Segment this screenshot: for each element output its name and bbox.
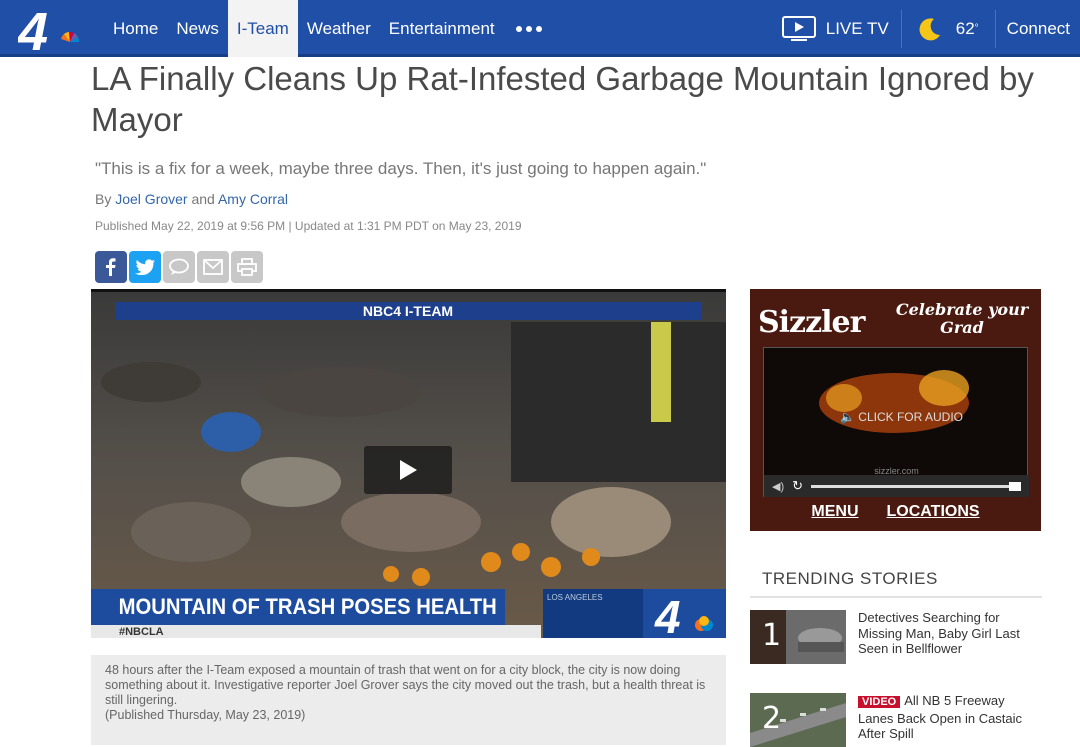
top-nav: 4 Home News I-Team Weather Entertainment… (0, 0, 1080, 62)
trending-rank-1: 1 (762, 618, 782, 653)
play-icon (400, 460, 417, 480)
article-headline: LA Finally Cleans Up Rat-Infested Garbag… (91, 60, 1034, 138)
tv-play-icon (781, 15, 816, 41)
trending-headline-1[interactable]: Detectives Searching for Missing Man, Ba… (846, 610, 1042, 664)
ad-controls: ◀) ↻ (764, 475, 1029, 497)
trending-headline-1-text: Detectives Searching for Missing Man, Ba… (858, 610, 1020, 656)
nav-i-team[interactable]: I-Team (227, 0, 298, 57)
video-caption: 48 hours after the I-Team exposed a moun… (91, 655, 726, 745)
more-menu-icon[interactable] (504, 0, 554, 57)
byline-and: and (191, 191, 215, 207)
ad-tagline: Celebrate your Grad (895, 300, 1029, 337)
play-button[interactable] (364, 446, 452, 494)
ad-locations-link[interactable]: LOCATIONS (887, 503, 980, 521)
email-share-button[interactable] (197, 251, 229, 283)
video-lower-third: MOUNTAIN OF TRASH POSES HEALTH HAZARD #N… (91, 589, 726, 638)
video-player[interactable]: NBC4 I-TEAM MOUNTAIN OF TRASH POSES HEAL… (91, 289, 726, 638)
publish-date: Published May 22, 2019 at 9:56 PM | Upda… (95, 219, 522, 233)
speaker-icon: 🔈 (840, 410, 855, 424)
author-link-1[interactable]: Joel Grover (115, 191, 187, 207)
byline-prefix: By (95, 191, 112, 207)
click-for-audio[interactable]: 🔈 CLICK FOR AUDIO (840, 410, 963, 424)
sizzler-advertisement[interactable]: Sizzler Celebrate your Grad 🔈 CLICK FOR … (750, 289, 1041, 531)
moon-icon (919, 17, 940, 40)
caption-date: (Published Thursday, May 23, 2019) (105, 708, 306, 722)
email-icon (203, 259, 223, 275)
share-bar (95, 251, 263, 283)
facebook-icon (106, 258, 116, 276)
degree-symbol: ° (974, 23, 979, 34)
print-icon (237, 258, 257, 276)
nav-weather[interactable]: Weather (298, 0, 380, 57)
print-button[interactable] (231, 251, 263, 283)
twitter-icon (135, 259, 155, 275)
nbc4-logo[interactable]: 4 (17, 2, 88, 62)
trending-rank-2: 2 (762, 701, 782, 736)
nav-entertainment[interactable]: Entertainment (380, 0, 504, 57)
trending-title: TRENDING STORIES (762, 569, 938, 588)
mute-icon[interactable]: ◀) (772, 480, 784, 493)
ad-menu-link[interactable]: MENU (811, 503, 858, 521)
trending-item-1[interactable]: 1 Detectives Searching for Missing Man, … (750, 610, 1042, 664)
trending-thumbnail-2[interactable]: 2 (750, 693, 846, 747)
video-header-banner: NBC4 I-TEAM (115, 302, 701, 320)
replay-icon[interactable]: ↻ (792, 478, 803, 494)
ad-brand: Sizzler (758, 305, 865, 340)
trending-item-2[interactable]: 2 VIDEO All NB 5 Freeway Lanes Back Open … (750, 693, 1042, 747)
svg-text:4: 4 (654, 591, 681, 638)
hashtag-label: #NBCLA (91, 625, 541, 638)
trending-thumbnail-1[interactable]: 1 (750, 610, 846, 664)
twitter-share-button[interactable] (129, 251, 161, 283)
trending-headline-2[interactable]: VIDEO All NB 5 Freeway Lanes Back Open in… (846, 693, 1042, 747)
location-label: LOS ANGELES (543, 589, 643, 638)
nav-news[interactable]: News (167, 0, 228, 57)
nav-home[interactable]: Home (104, 0, 167, 57)
live-tv-label: LIVE TV (825, 18, 889, 38)
video-badge: VIDEO (858, 696, 901, 708)
connect-link[interactable]: Connect (996, 19, 1080, 39)
click-for-audio-label: CLICK FOR AUDIO (858, 410, 963, 424)
author-link-2[interactable]: Amy Corral (218, 191, 288, 207)
ad-progress-bar[interactable] (811, 481, 1021, 491)
lower-third-headline: MOUNTAIN OF TRASH POSES HEALTH HAZARD (91, 589, 505, 638)
article-deck: "This is a fix for a week, maybe three d… (95, 159, 707, 178)
temperature: 62 (955, 18, 975, 38)
weather-widget[interactable]: 62 ° (902, 9, 996, 48)
ad-video-player[interactable]: 🔈 CLICK FOR AUDIO sizzler.com ◀) ↻ (763, 347, 1029, 497)
comment-icon (169, 258, 189, 275)
comment-button[interactable] (163, 251, 195, 283)
facebook-share-button[interactable] (95, 251, 127, 283)
caption-text: 48 hours after the I-Team exposed a moun… (105, 663, 706, 707)
flame-graphic (819, 370, 969, 433)
live-tv-link[interactable]: LIVE TV (781, 9, 902, 48)
nbc4-watermark-logo: 4 (643, 589, 726, 638)
main-menu: Home News I-Team Weather Entertainment (104, 0, 554, 57)
svg-text:4: 4 (18, 6, 48, 54)
byline: By Joel Grover and Amy Corral (95, 191, 288, 207)
trending-divider (750, 596, 1042, 598)
